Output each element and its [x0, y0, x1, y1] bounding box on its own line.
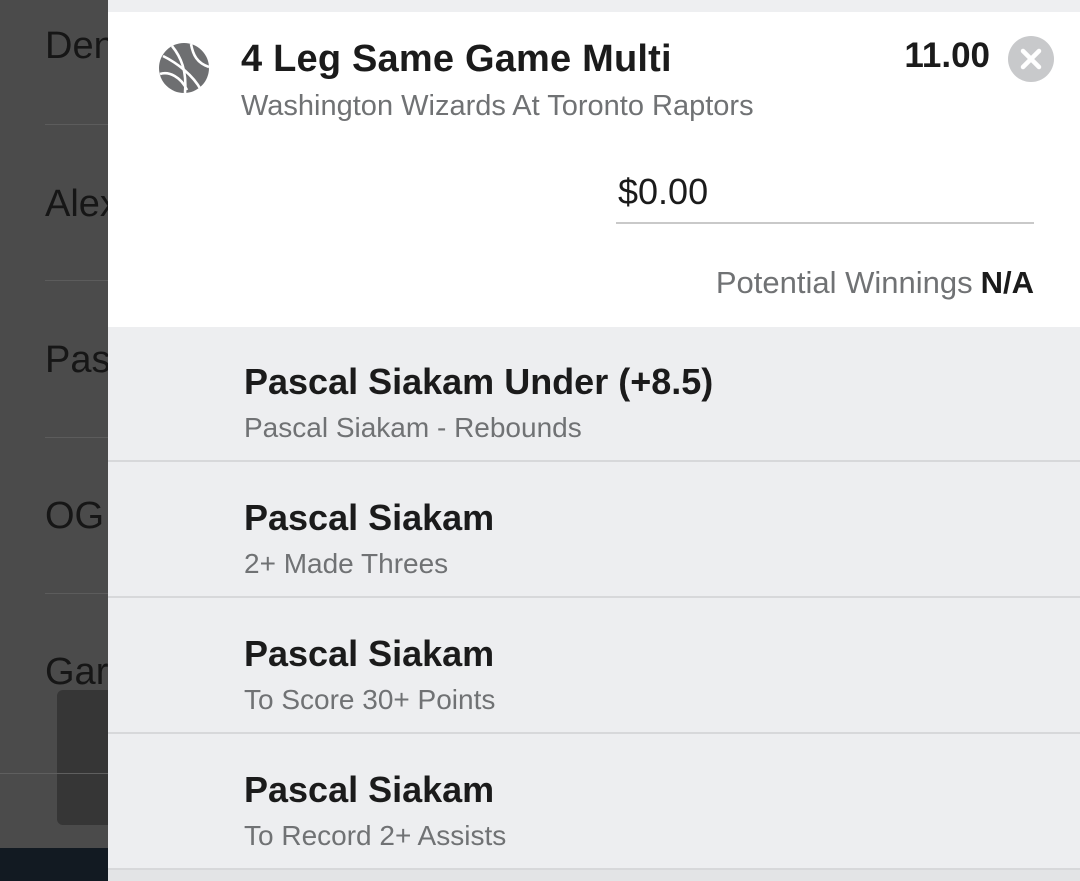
bet-subtitle: Washington Wizards At Toronto Raptors	[241, 90, 754, 122]
odds-value: 11.00	[904, 36, 990, 75]
bet-card: 4 Leg Same Game Multi Washington Wizards…	[108, 12, 1080, 327]
potential-winnings: Potential Winnings N/A	[716, 265, 1034, 301]
leg-title: Pascal Siakam	[244, 633, 495, 674]
bet-title: 4 Leg Same Game Multi	[241, 38, 672, 80]
panel-top-strip	[108, 0, 1080, 12]
winnings-value: N/A	[980, 265, 1034, 300]
divider	[0, 773, 110, 774]
background-bottom-bar	[0, 848, 110, 881]
close-icon	[1020, 48, 1042, 70]
basketball-icon	[159, 43, 210, 94]
stake-input[interactable]	[616, 172, 1034, 224]
leg-title: Pascal Siakam	[244, 497, 495, 538]
leg-title: Pascal Siakam	[244, 769, 495, 810]
leg-item: Pascal Siakam To Score 30+ Points	[108, 599, 1080, 734]
leg-item: Pascal Siakam To Record 2+ Assists	[108, 735, 1080, 870]
leg-market: 2+ Made Threes	[244, 548, 449, 579]
leg-item: Pascal Siakam 2+ Made Threes	[108, 463, 1080, 598]
leg-market: To Score 30+ Points	[244, 684, 496, 715]
leg-item: Pascal Siakam Under (+8.5) Pascal Siakam…	[108, 327, 1080, 462]
remove-bet-button[interactable]	[1008, 36, 1054, 82]
betslip-panel: 4 Leg Same Game Multi Washington Wizards…	[108, 0, 1080, 881]
leg-market: Pascal Siakam - Rebounds	[244, 412, 582, 443]
leg-title: Pascal Siakam Under (+8.5)	[244, 361, 714, 402]
winnings-label: Potential Winnings	[715, 265, 973, 300]
leg-market: To Record 2+ Assists	[244, 820, 507, 851]
panel-bottom-strip	[108, 870, 1080, 881]
